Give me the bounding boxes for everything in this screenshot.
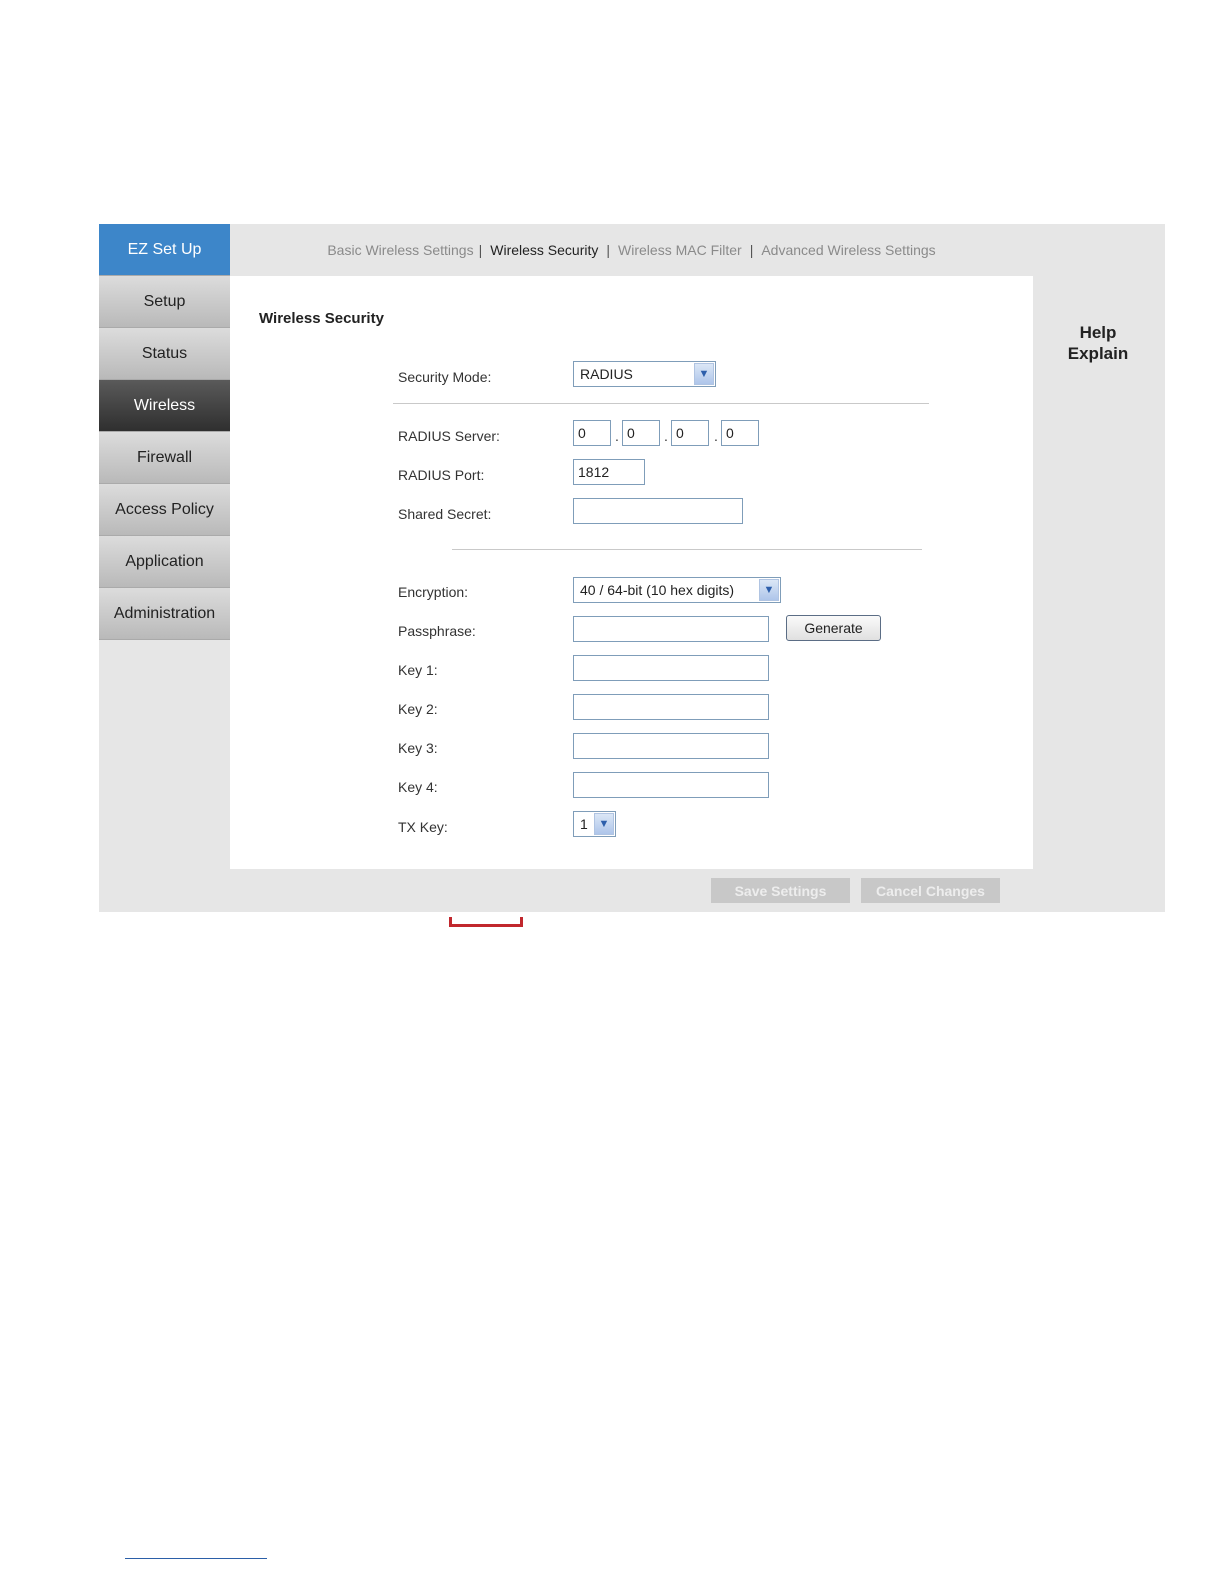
encryption-label: Encryption:: [398, 584, 469, 600]
ip-dot: .: [664, 428, 668, 444]
sidebar-item-label: Application: [125, 552, 204, 570]
sidebar-nav: EZ Set Up Setup Status Wireless Firewall…: [99, 224, 230, 640]
tab-separator: |: [478, 242, 483, 258]
sidebar-item-status[interactable]: Status: [99, 328, 230, 380]
chevron-down-icon: ▼: [594, 813, 614, 835]
radius-server-octet-2[interactable]: [622, 420, 660, 446]
shared-secret-input[interactable]: [573, 498, 743, 524]
sidebar-item-setup[interactable]: Setup: [99, 276, 230, 328]
explain-label: Explain: [1067, 344, 1129, 363]
encryption-select[interactable]: 40 / 64-bit (10 hex digits) ▼: [573, 577, 781, 603]
sidebar-item-label: Wireless: [133, 396, 196, 414]
radius-port-label: RADIUS Port:: [398, 467, 485, 483]
sidebar-item-firewall[interactable]: Firewall: [99, 432, 230, 484]
key-1-label: Key 1:: [398, 662, 438, 678]
key-1-input[interactable]: [573, 655, 769, 681]
section-title: Wireless Security: [259, 310, 384, 327]
security-mode-value: RADIUS: [580, 366, 633, 382]
key-3-label: Key 3:: [398, 740, 438, 756]
router-admin-frame: EZ Set Up Setup Status Wireless Firewall…: [99, 224, 1165, 912]
security-mode-label: Security Mode:: [398, 369, 492, 385]
key-2-input[interactable]: [573, 694, 769, 720]
sidebar-item-label: Status: [141, 344, 188, 362]
highlight-bracket: [449, 917, 523, 927]
key-4-input[interactable]: [573, 772, 769, 798]
radius-server-label: RADIUS Server:: [398, 428, 500, 444]
sidebar-item-label: Access Policy: [115, 500, 214, 518]
ip-dot: .: [714, 428, 718, 444]
tab-separator: |: [606, 242, 611, 258]
encryption-value: 40 / 64-bit (10 hex digits): [580, 582, 735, 598]
wireless-subtabs: Basic Wireless Settings | Wireless Secur…: [230, 224, 1033, 276]
key-4-label: Key 4:: [398, 779, 438, 795]
tab-separator: |: [749, 242, 754, 258]
footnote-separator: [125, 1558, 267, 1559]
tx-key-label: TX Key:: [398, 819, 448, 835]
passphrase-input[interactable]: [573, 616, 769, 642]
tab-basic-wireless-settings[interactable]: Basic Wireless Settings: [327, 242, 473, 258]
tx-key-select[interactable]: 1 ▼: [573, 811, 616, 837]
help-panel[interactable]: Help Explain: [1034, 322, 1162, 364]
shared-secret-label: Shared Secret:: [398, 506, 492, 522]
sidebar-item-application[interactable]: Application: [99, 536, 230, 588]
sidebar-item-label: Firewall: [136, 448, 193, 466]
radius-server-octet-1[interactable]: [573, 420, 611, 446]
radius-port-input[interactable]: [573, 459, 645, 485]
chevron-down-icon: ▼: [759, 579, 779, 601]
tab-advanced-wireless-settings[interactable]: Advanced Wireless Settings: [761, 242, 935, 258]
sidebar-item-wireless[interactable]: Wireless: [99, 380, 230, 432]
cancel-changes-button[interactable]: Cancel Changes: [861, 878, 1000, 903]
sidebar-item-administration[interactable]: Administration: [99, 588, 230, 640]
radius-server-octet-3[interactable]: [671, 420, 709, 446]
key-3-input[interactable]: [573, 733, 769, 759]
passphrase-label: Passphrase:: [398, 623, 476, 639]
tab-wireless-mac-filter[interactable]: Wireless MAC Filter: [618, 242, 742, 258]
sidebar-item-ez-setup[interactable]: EZ Set Up: [99, 224, 230, 276]
sidebar-item-label: Setup: [143, 292, 186, 310]
sidebar-item-label: Administration: [113, 604, 216, 622]
tab-wireless-security[interactable]: Wireless Security: [490, 242, 598, 258]
sidebar-item-label: EZ Set Up: [127, 240, 202, 258]
divider: [393, 403, 929, 404]
save-settings-button[interactable]: Save Settings: [711, 878, 850, 903]
settings-panel: Wireless Security Security Mode: RADIUS …: [230, 276, 1033, 869]
generate-button[interactable]: Generate: [786, 615, 881, 641]
sidebar-item-access-policy[interactable]: Access Policy: [99, 484, 230, 536]
divider: [452, 549, 922, 550]
ip-dot: .: [615, 428, 619, 444]
security-mode-select[interactable]: RADIUS ▼: [573, 361, 716, 387]
chevron-down-icon: ▼: [694, 363, 714, 385]
help-label: Help: [1079, 323, 1117, 342]
tx-key-value: 1: [580, 816, 588, 832]
radius-server-octet-4[interactable]: [721, 420, 759, 446]
key-2-label: Key 2:: [398, 701, 438, 717]
